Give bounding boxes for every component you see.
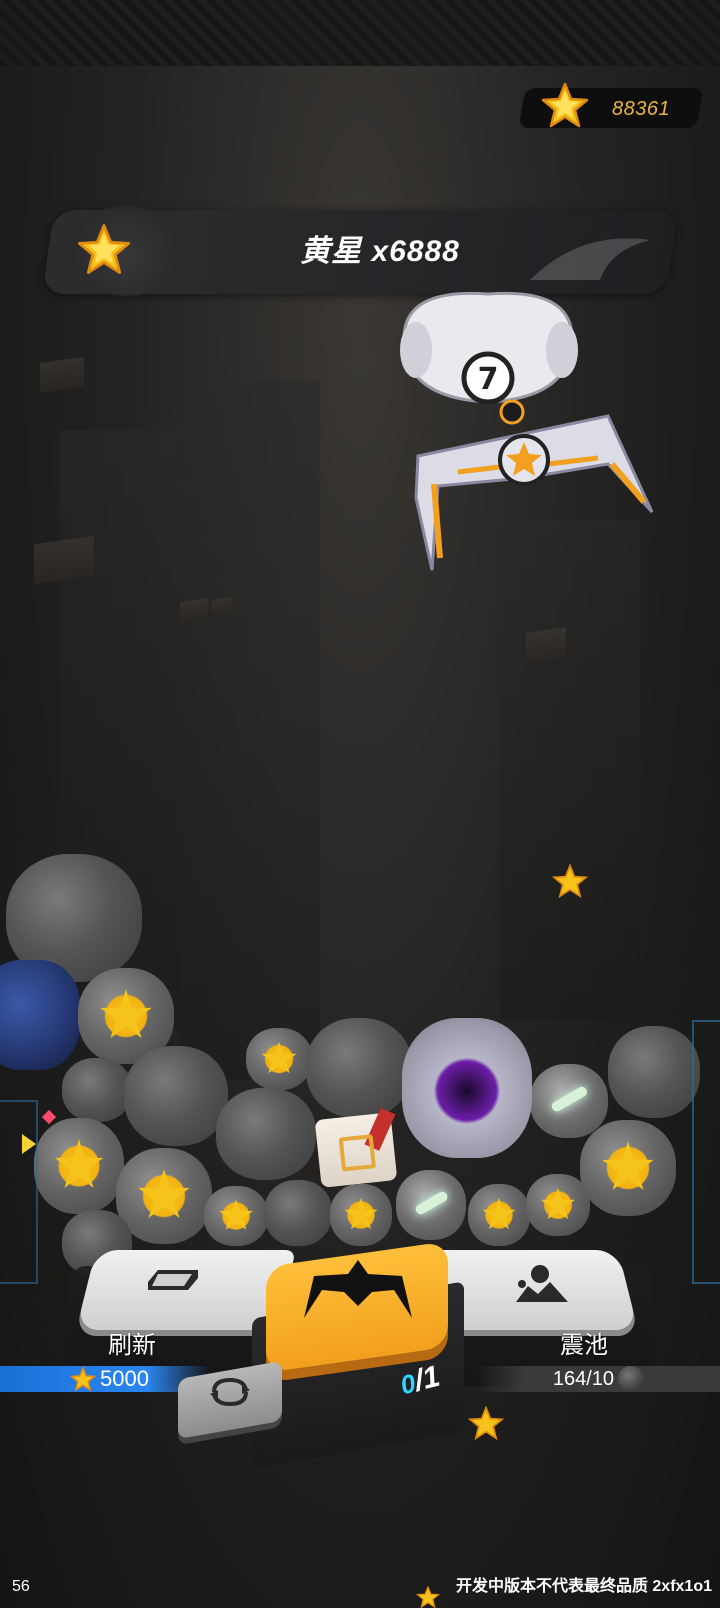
gold-star-icon — [468, 1406, 504, 1440]
gold-star-rock — [246, 1028, 312, 1090]
shake-pool-count: 164/10 — [552, 1368, 614, 1390]
purple-orb-prize — [402, 1018, 532, 1158]
game-screen: 88361 黄星 x6888 7 0/1 刷新 震池 5000 164/10 5… — [0, 0, 720, 1608]
gray-rock — [306, 1018, 412, 1118]
gold-star-icon — [552, 864, 588, 898]
fps-counter: 56 — [12, 1578, 30, 1595]
floating-cube — [180, 598, 208, 622]
gold-star-rock — [116, 1148, 212, 1244]
gold-star-rock — [526, 1174, 590, 1236]
neon-frame — [692, 1020, 720, 1284]
currency-value: 88361 — [612, 98, 671, 120]
gray-rock — [62, 1058, 132, 1122]
claw-icon[interactable]: 7 — [398, 288, 668, 584]
red-marker-icon — [41, 1109, 57, 1125]
gold-star-rock — [330, 1184, 392, 1246]
rocket-logo-icon — [530, 238, 650, 280]
floating-cube — [40, 356, 84, 394]
gray-rock — [608, 1026, 700, 1118]
gray-rock — [124, 1046, 228, 1146]
shake-icon — [516, 1265, 568, 1302]
arrow-right-icon — [22, 1134, 36, 1154]
refresh-label: 刷新 — [108, 1332, 156, 1359]
reward-text: 黄星 x6888 — [300, 235, 460, 268]
gold-star-icon — [541, 82, 589, 128]
neon-frame — [0, 1100, 38, 1284]
claw-grab-icon — [304, 1260, 412, 1318]
gray-rock — [264, 1180, 332, 1246]
shake-label: 震池 — [560, 1332, 608, 1359]
refresh-icon — [148, 1270, 198, 1290]
floating-cube — [34, 535, 94, 585]
refresh-cost: 5000 — [100, 1366, 149, 1391]
gift-card-prize — [314, 1112, 398, 1188]
svg-text:7: 7 — [478, 362, 499, 397]
swap-icon — [210, 1377, 250, 1407]
gold-star-icon — [77, 224, 131, 274]
bone-rock — [396, 1170, 466, 1240]
gold-star-rock — [204, 1186, 268, 1246]
gold-star-rock — [34, 1118, 124, 1214]
floating-cube — [526, 627, 566, 663]
gray-rock — [216, 1088, 316, 1180]
gold-star-rock — [468, 1184, 530, 1246]
background-pillar — [500, 520, 640, 1020]
status-bar — [0, 0, 720, 66]
bone-rock — [530, 1064, 608, 1138]
gold-star-icon — [70, 1366, 96, 1392]
build-watermark: 开发中版本不代表最终品质 2xfx1o1 — [455, 1578, 712, 1595]
blue-rock — [0, 960, 80, 1070]
rock-icon — [618, 1366, 644, 1392]
floating-cube — [212, 596, 232, 616]
gold-star-rock — [580, 1120, 676, 1216]
background-pillar — [180, 380, 320, 1080]
